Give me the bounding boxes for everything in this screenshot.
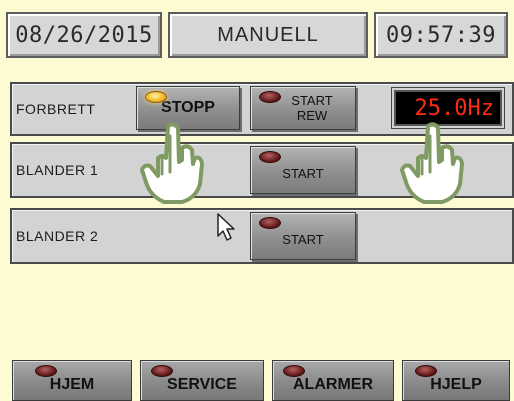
hand-pointer-icon — [400, 122, 464, 204]
start-rew-line1: START — [291, 93, 333, 108]
status-lamp-icon — [151, 365, 173, 377]
time-display: 09:57:39 — [374, 12, 508, 58]
frequency-value: 25.0Hz — [414, 95, 494, 121]
status-lamp-icon — [259, 217, 281, 229]
mode-display: MANUELL — [168, 12, 368, 58]
status-lamp-icon — [283, 365, 305, 377]
status-lamp-icon — [259, 91, 281, 103]
status-lamp-icon — [259, 151, 281, 163]
status-lamp-icon — [145, 91, 167, 103]
alarms-button[interactable]: ALARMER — [272, 360, 394, 401]
date-text: 08/26/2015 — [15, 22, 153, 48]
time-text: 09:57:39 — [386, 22, 496, 48]
help-button[interactable]: HJELP — [402, 360, 510, 401]
blander2-label: BLANDER 2 — [16, 228, 99, 244]
status-lamp-icon — [35, 365, 57, 377]
status-lamp-icon — [415, 365, 437, 377]
service-button[interactable]: SERVICE — [140, 360, 264, 401]
forbrett-label: FORBRETT — [16, 101, 96, 117]
home-button[interactable]: HJEM — [12, 360, 132, 401]
blander1-start-button[interactable]: START — [250, 146, 356, 194]
mouse-cursor-icon — [217, 213, 235, 241]
date-display: 08/26/2015 — [6, 12, 162, 58]
forbrett-start-rew-button[interactable]: START REW — [250, 86, 356, 130]
mode-text: MANUELL — [217, 23, 319, 46]
start-rew-line2: REW — [296, 108, 328, 123]
blander1-label: BLANDER 1 — [16, 162, 99, 178]
hand-pointer-icon — [140, 122, 204, 204]
blander2-start-button[interactable]: START — [250, 212, 356, 260]
